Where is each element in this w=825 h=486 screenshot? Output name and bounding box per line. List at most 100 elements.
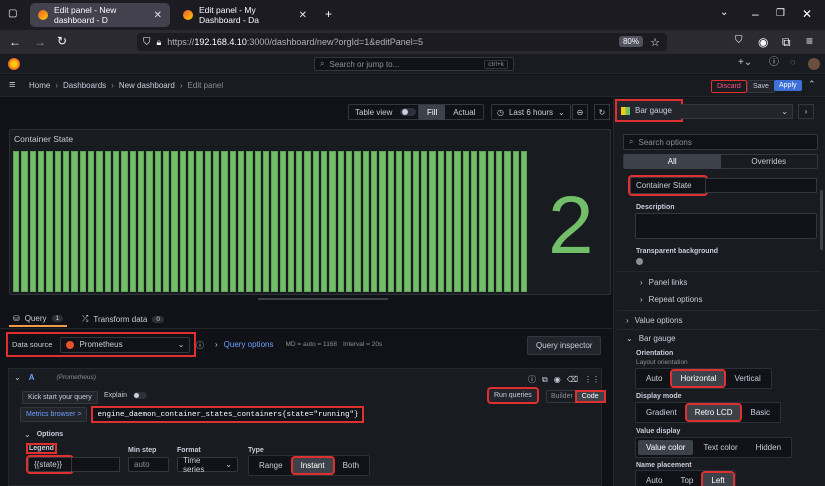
discard-button[interactable]: Discard (711, 80, 747, 93)
panel-title-input[interactable]: Container State (628, 175, 708, 196)
code-mode-option[interactable]: Code (574, 390, 606, 403)
tab-overrides[interactable]: Overrides (721, 154, 818, 169)
fill-option[interactable]: Fill (419, 104, 446, 120)
query-inspector-button[interactable]: Query inspector (527, 336, 602, 355)
save-button[interactable]: Save (747, 80, 775, 93)
type-both-option[interactable]: Both (335, 458, 367, 473)
display-retro-lcd-option[interactable]: Retro LCD (684, 403, 743, 422)
chevron-down-icon[interactable]: ⌄ (720, 8, 728, 18)
type-instant-option[interactable]: Instant (290, 456, 335, 475)
description-textarea[interactable] (635, 213, 817, 239)
orientation-auto-option[interactable]: Auto (638, 371, 670, 386)
value-display-text-color-option[interactable]: Text color (695, 440, 745, 455)
zoom-out-icon[interactable]: ⊖ (572, 104, 588, 120)
explain-toggle[interactable]: Explain (104, 392, 147, 399)
bar-gauge-section[interactable]: ⌄ Bar gauge (626, 334, 676, 343)
format-select[interactable]: Time series ⌄ (177, 456, 238, 474)
extensions-icon[interactable]: ⧉ (782, 36, 791, 48)
trash-icon[interactable]: ⌫ (567, 375, 578, 384)
tab-all[interactable]: All (624, 154, 721, 169)
tab-transform[interactable]: ⤮ Transform data 0 (82, 311, 164, 327)
orientation-horizontal-option[interactable]: Horizontal (670, 369, 727, 388)
divider (617, 271, 820, 272)
restore-icon[interactable]: ❐ (776, 9, 785, 19)
transparent-toggle[interactable] (636, 258, 643, 265)
tab-list-icon[interactable]: ▢ (8, 9, 17, 19)
back-icon[interactable]: ← (9, 36, 21, 48)
grafana-logo-icon[interactable] (8, 58, 20, 70)
breadcrumb-home[interactable]: Home (29, 81, 50, 90)
value-options-section[interactable]: › Value options (626, 316, 683, 325)
add-icon[interactable]: +⌄ (738, 58, 752, 68)
type-range-option[interactable]: Range (251, 458, 291, 473)
menu-icon[interactable]: ≡ (806, 35, 813, 47)
kick-start-button[interactable]: Kick start your query (22, 391, 98, 404)
breadcrumb-dashboards[interactable]: Dashboards (63, 81, 106, 90)
panel-links-section[interactable]: › Panel links (640, 278, 687, 287)
name-placement-auto-option[interactable]: Auto (638, 473, 670, 486)
visualization-select[interactable]: ⌄ (681, 104, 793, 119)
zoom-level[interactable]: 80% (618, 36, 643, 47)
tab-query[interactable]: ⛁ Query 1 (9, 311, 68, 327)
account-icon[interactable]: ◉ (758, 36, 768, 48)
browser-tab[interactable]: Edit panel - My Dashboard - Da ✕ (175, 3, 315, 27)
name-placement-left-option[interactable]: Left (701, 471, 735, 486)
run-queries-button[interactable]: Run queries (487, 387, 539, 404)
min-step-input[interactable]: auto (128, 457, 169, 472)
refresh-icon[interactable]: ↻ (594, 104, 610, 120)
options-scrollbar[interactable] (820, 190, 823, 250)
table-view-toggle[interactable]: Table view (348, 104, 424, 120)
builder-mode-option[interactable]: Builder (547, 392, 577, 401)
new-tab-button[interactable]: + (325, 8, 332, 20)
chevron-up-icon[interactable]: ⌃ (808, 80, 816, 89)
time-range-picker[interactable]: ◷ Last 6 hours ⌄ (491, 104, 571, 120)
splitter-handle[interactable] (258, 298, 388, 300)
eye-icon[interactable]: ◉ (554, 375, 561, 384)
chevron-right-icon[interactable]: › (798, 104, 814, 119)
options-collapse[interactable]: ⌄ Options (24, 430, 63, 439)
query-ref[interactable]: A (29, 373, 35, 382)
query-options-link[interactable]: Query options (224, 340, 274, 349)
toggle-switch[interactable] (132, 392, 147, 399)
repeat-options-section[interactable]: › Repeat options (640, 295, 703, 304)
duplicate-icon[interactable]: ⧉ (542, 375, 548, 385)
help-icon[interactable]: ⓘ (528, 374, 536, 385)
legend-input[interactable]: {{state}} (26, 455, 74, 474)
reload-icon[interactable]: ↻ (57, 35, 67, 47)
help-icon[interactable]: ⓘ (196, 340, 204, 351)
type-radio-group: Range Instant Both (248, 455, 371, 476)
breadcrumb-new-dashboard[interactable]: New dashboard (119, 81, 175, 90)
close-tab-icon[interactable]: ✕ (154, 10, 162, 21)
apply-button[interactable]: Apply (774, 80, 802, 91)
panel-title-input-extension[interactable] (706, 178, 817, 193)
menu-toggle-icon[interactable]: ≡ (9, 80, 15, 91)
chevron-down-icon[interactable]: ⌄ (14, 373, 21, 382)
orientation-vertical-option[interactable]: Vertical (726, 371, 768, 386)
search-options-input[interactable]: ⌕ Search options (623, 134, 818, 150)
value-display-value-color-option[interactable]: Value color (638, 440, 694, 455)
metrics-browser-button[interactable]: Metrics browser > (20, 407, 88, 422)
news-icon[interactable]: ◌ (790, 58, 795, 67)
drag-handle-icon[interactable]: ⋮⋮ (584, 375, 600, 384)
toggle-switch[interactable] (400, 108, 417, 116)
visualization-picker[interactable]: Bar gauge (615, 99, 683, 122)
name-placement-top-option[interactable]: Top (672, 473, 701, 486)
display-gradient-option[interactable]: Gradient (638, 405, 685, 420)
help-icon[interactable]: ⓘ (769, 58, 779, 68)
minimize-icon[interactable]: – (752, 8, 759, 20)
address-bar[interactable]: ⛉ 🔒︎ https:// 192.168.4.10 :3000/dashboa… (137, 33, 667, 51)
close-window-icon[interactable]: ✕ (802, 8, 812, 20)
query-expression-input[interactable]: engine_daemon_container_states_container… (91, 406, 365, 423)
star-icon[interactable]: ☆ (650, 36, 660, 49)
browser-tab-active[interactable]: Edit panel - New dashboard - D ✕ (30, 3, 170, 27)
datasource-select[interactable]: Prometheus ⌄ (60, 336, 191, 353)
forward-icon[interactable]: → (34, 36, 46, 48)
display-basic-option[interactable]: Basic (742, 405, 778, 420)
legend-input-extension[interactable] (72, 457, 120, 472)
actual-option[interactable]: Actual (445, 105, 483, 120)
search-input[interactable]: ⌕ Search or jump to... ctrl+k (314, 57, 514, 71)
pocket-icon[interactable]: ⛉ (735, 36, 743, 46)
close-tab-icon[interactable]: ✕ (299, 10, 307, 21)
value-display-hidden-option[interactable]: Hidden (748, 440, 789, 455)
avatar[interactable] (808, 58, 820, 70)
